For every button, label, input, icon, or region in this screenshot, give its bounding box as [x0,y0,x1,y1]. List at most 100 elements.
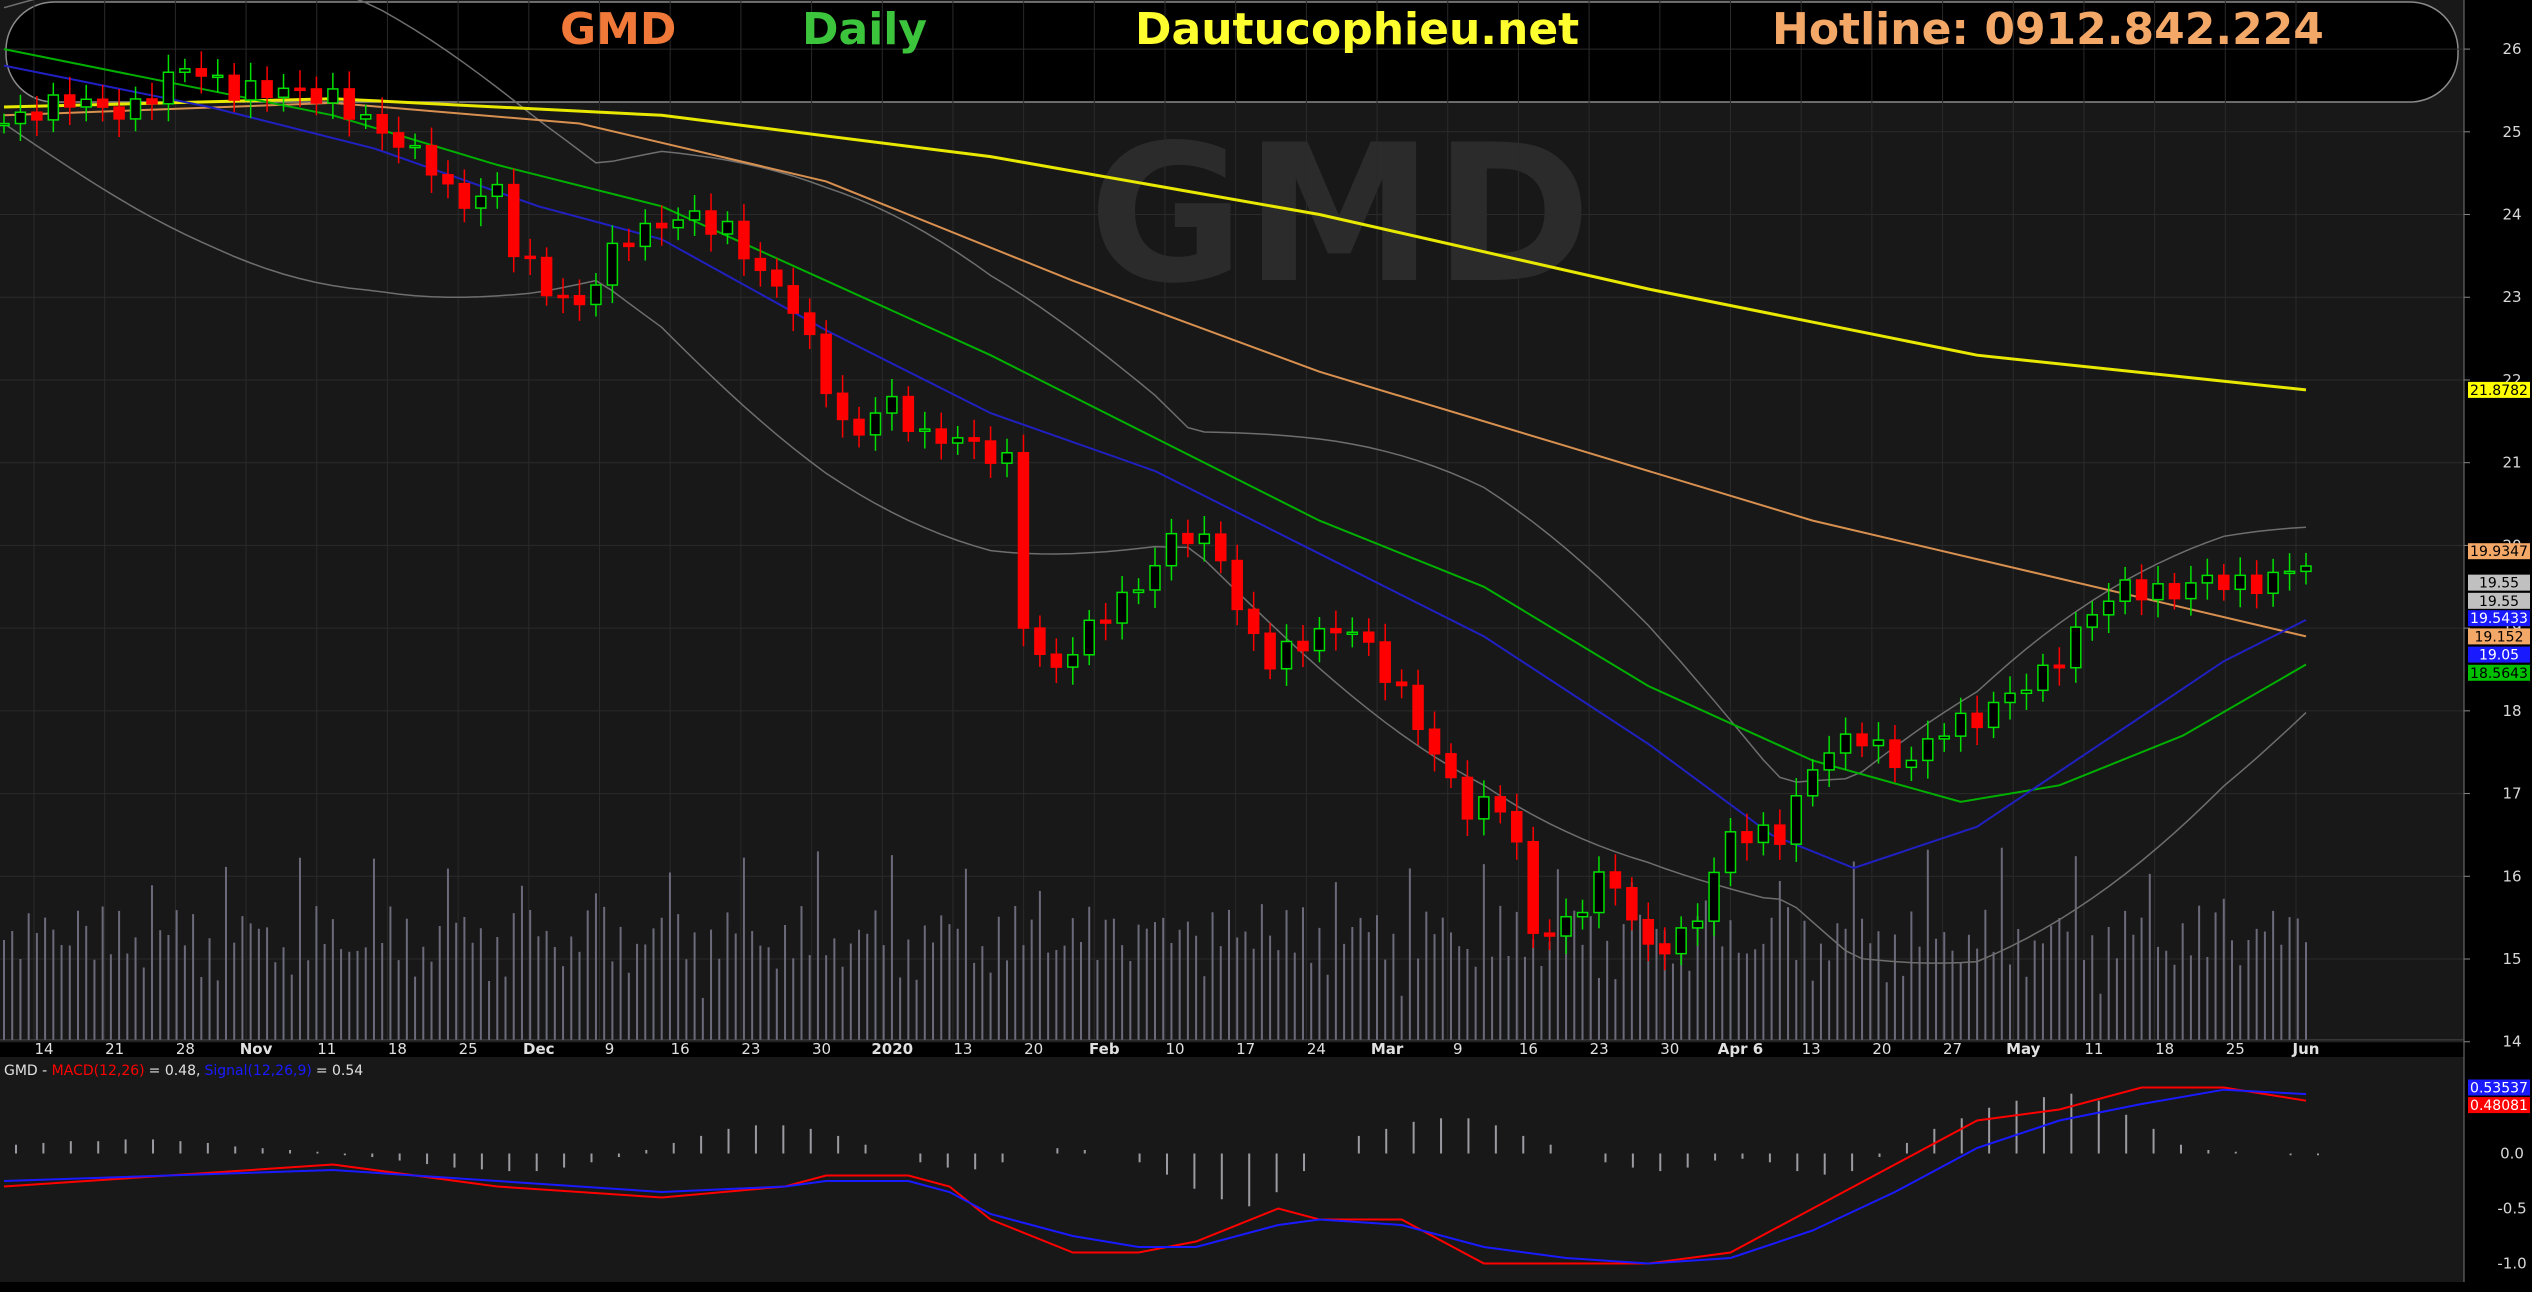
candle-body [738,220,750,260]
candle-body [787,285,800,314]
header-period: Daily [802,4,928,55]
candle-body [1264,632,1276,670]
candle-body [1083,619,1095,656]
candle-body [442,174,454,185]
candle-body [1971,712,1983,729]
date-label: 17 [1236,1040,1255,1058]
candle-body [1297,640,1309,652]
candle-body [162,71,175,105]
candle-body [1856,733,1868,747]
candle-body [507,183,520,258]
header-site: Dautucophieu.net [1135,4,1580,55]
candle-body [984,440,997,464]
candle-body [2267,571,2279,595]
candle-body [1609,871,1622,889]
date-label: Apr 6 [1718,1040,1763,1058]
candle-body [261,80,273,99]
price-tag-label: 19.55 [2479,576,2519,592]
date-label: 30 [1660,1040,1679,1058]
candle-body [1724,831,1737,874]
candle-body [359,114,372,120]
candle-body [1346,631,1359,636]
date-label: 21 [105,1040,124,1058]
candle-body [2250,574,2263,595]
macd-title-prefix: GMD - [4,1063,52,1079]
candle-body [1658,943,1671,955]
candle-body [96,98,109,108]
candle-body [1642,918,1655,945]
candle-body [935,428,947,444]
date-label: 23 [1590,1040,1609,1058]
candle-body [2053,664,2066,669]
candle-body [1478,796,1490,820]
candle-body [1330,627,1342,634]
candle-body [1675,927,1687,955]
price-tick-label: 16 [2502,867,2521,885]
candle-body [1510,810,1523,843]
candle-body [392,132,405,148]
candle-body [853,418,865,436]
date-label: 9 [1453,1040,1463,1058]
candle-body [1067,654,1079,668]
candle-body [2070,626,2082,669]
candle-body [1001,452,1013,464]
signal-value: = 0.54 [316,1063,363,1079]
candle-body [475,195,487,209]
candle-body [1560,915,1572,937]
candle-body [1494,796,1507,813]
price-tag-label: 19.5433 [2470,611,2528,627]
candle-body [951,437,964,444]
candle-body [425,144,438,176]
candle-body [1954,712,1967,737]
macd-tick-label: 0.0 [2500,1145,2524,1163]
date-label: 16 [1519,1040,1538,1058]
candle-body [803,312,816,336]
candle-body [1806,769,1819,797]
candle-body [458,182,471,209]
candle-body [129,98,142,120]
price-tick-label: 17 [2502,785,2521,803]
candle-body [1099,619,1112,624]
candle-body [1149,564,1161,591]
date-label: 18 [388,1040,407,1058]
price-tick-label: 24 [2502,206,2521,224]
date-label: 24 [1307,1040,1326,1058]
candle-body [688,210,701,221]
candle-body [47,94,60,121]
candle-body [409,144,421,149]
candle-body [1182,532,1194,545]
candle-body [146,98,158,105]
candle-body [557,294,569,299]
date-label: 2020 [871,1040,913,1058]
candle-body [1379,641,1391,683]
date-label: 27 [1943,1040,1962,1058]
date-label: Nov [240,1040,273,1058]
date-label: 25 [2226,1040,2245,1058]
price-tag-label: 19.55 [2479,594,2519,610]
date-label: 28 [176,1040,195,1058]
candle-body [1938,735,1951,740]
candle-body [968,437,980,442]
date-label: 25 [459,1040,478,1058]
date-label: 20 [1872,1040,1891,1058]
candle-body [2037,664,2049,692]
candle-body [590,284,602,306]
price-tick-label: 21 [2502,454,2521,472]
candle-body [2135,579,2148,601]
price-tick-label: 14 [2502,1033,2521,1051]
candle-body [277,87,290,99]
candle-body [1313,627,1326,652]
candle-body [2185,582,2197,600]
candle-body [836,392,849,421]
candle-body [1905,759,1918,769]
date-label: 16 [671,1040,690,1058]
price-tick-label: 18 [2502,702,2521,720]
candle-body [1247,608,1260,635]
candle-body [1527,840,1539,934]
date-label: Feb [1089,1040,1120,1058]
macd-value: = 0.48, [149,1063,201,1079]
candle-body [540,256,553,297]
candle-body [2300,565,2312,573]
candle-body [1395,681,1408,687]
candle-body [902,395,915,432]
